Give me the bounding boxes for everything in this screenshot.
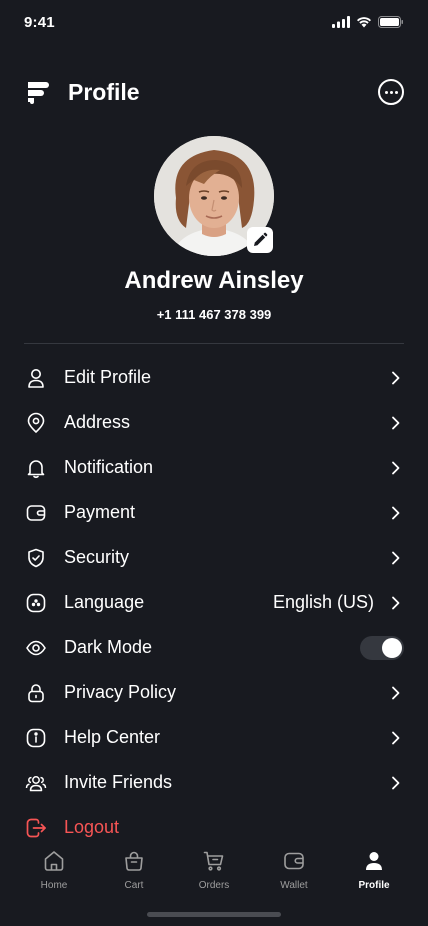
page-title: Profile bbox=[68, 78, 140, 105]
lock-icon bbox=[24, 681, 48, 705]
more-options-button[interactable] bbox=[378, 79, 404, 105]
menu-item-payment[interactable]: Payment bbox=[24, 490, 404, 535]
header-left: Profile bbox=[24, 79, 140, 106]
cart-icon bbox=[201, 848, 227, 874]
more-dot bbox=[394, 90, 398, 94]
users-icon bbox=[24, 771, 48, 795]
chevron-right-icon bbox=[388, 460, 404, 476]
app-logo-icon bbox=[28, 82, 49, 104]
avatar-container bbox=[154, 136, 274, 256]
menu-item-label: Privacy Policy bbox=[64, 682, 177, 702]
menu-item-edit-profile[interactable]: Edit Profile bbox=[24, 355, 404, 400]
signal-icon bbox=[332, 16, 350, 28]
nav-label: Profile bbox=[358, 880, 390, 891]
pencil-icon bbox=[254, 232, 268, 246]
nav-label: Orders bbox=[198, 880, 230, 891]
menu-item-label: Edit Profile bbox=[64, 367, 152, 387]
menu-item-privacy-policy[interactable]: Privacy Policy bbox=[24, 670, 404, 715]
bottom-nav: Home Cart Orders Wallet Profile bbox=[0, 840, 428, 926]
chevron-right-icon bbox=[388, 730, 404, 746]
menu-item-dark-mode: Dark Mode bbox=[24, 625, 404, 670]
eye-icon bbox=[24, 636, 48, 660]
chevron-right-icon bbox=[388, 550, 404, 566]
home-icon bbox=[41, 848, 67, 874]
more-circle-icon bbox=[24, 591, 48, 615]
status-icons bbox=[332, 16, 404, 28]
menu-item-label: Logout bbox=[64, 817, 120, 837]
more-dot bbox=[389, 90, 393, 94]
menu-item-label: Security bbox=[64, 547, 130, 567]
nav-item-profile[interactable]: Profile bbox=[339, 848, 409, 891]
menu-item-label: Payment bbox=[64, 502, 136, 522]
menu-item-address[interactable]: Address bbox=[24, 400, 404, 445]
nav-item-home[interactable]: Home bbox=[19, 848, 89, 891]
header: Profile bbox=[24, 74, 404, 110]
toggle-knob bbox=[382, 637, 402, 658]
menu-item-language[interactable]: Language English (US) bbox=[24, 580, 404, 625]
menu-item-label: Invite Friends bbox=[64, 772, 173, 792]
profile-icon bbox=[361, 848, 387, 874]
chevron-right-icon bbox=[388, 505, 404, 521]
chevron-right-icon bbox=[388, 685, 404, 701]
nav-label: Home bbox=[40, 880, 68, 891]
menu-item-label: Address bbox=[64, 412, 131, 432]
wallet-icon bbox=[24, 501, 48, 525]
chevron-right-icon bbox=[388, 775, 404, 791]
nav-label: Cart bbox=[124, 880, 144, 891]
home-indicator bbox=[147, 912, 281, 917]
nav-label: Wallet bbox=[280, 880, 308, 891]
more-dot bbox=[384, 90, 388, 94]
shield-check-icon bbox=[24, 546, 48, 570]
menu-item-label: Help Center bbox=[64, 727, 161, 747]
battery-icon bbox=[378, 16, 403, 28]
bag-icon bbox=[121, 848, 147, 874]
chevron-right-icon bbox=[388, 415, 404, 431]
dark-mode-toggle[interactable] bbox=[360, 635, 404, 660]
divider bbox=[24, 343, 404, 344]
nav-item-orders[interactable]: Orders bbox=[179, 848, 249, 891]
bell-icon bbox=[24, 456, 48, 480]
nav-item-wallet[interactable]: Wallet bbox=[259, 848, 329, 891]
wallet-icon bbox=[281, 848, 307, 874]
menu-item-label: Language bbox=[64, 592, 145, 612]
user-icon bbox=[24, 366, 48, 390]
menu-item-label: Dark Mode bbox=[64, 637, 153, 657]
wifi-icon bbox=[357, 17, 371, 28]
language-value: English (US) bbox=[272, 592, 374, 612]
menu-item-help-center[interactable]: Help Center bbox=[24, 715, 404, 760]
user-name: Andrew Ainsley bbox=[124, 267, 304, 294]
info-circle-icon bbox=[24, 726, 48, 750]
edit-avatar-button[interactable] bbox=[247, 227, 273, 253]
settings-menu: Edit Profile Address Notification Paymen… bbox=[24, 355, 404, 850]
location-pin-icon bbox=[24, 411, 48, 435]
menu-item-label: Notification bbox=[64, 457, 154, 477]
status-time: 9:41 bbox=[24, 13, 55, 31]
logout-icon bbox=[24, 816, 48, 840]
chevron-right-icon bbox=[388, 370, 404, 386]
menu-item-security[interactable]: Security bbox=[24, 535, 404, 580]
menu-item-invite-friends[interactable]: Invite Friends bbox=[24, 760, 404, 805]
status-bar: 9:41 bbox=[0, 0, 428, 44]
nav-item-cart[interactable]: Cart bbox=[99, 848, 169, 891]
chevron-right-icon bbox=[388, 595, 404, 611]
user-phone: +1 111 467 378 399 bbox=[156, 307, 272, 322]
menu-item-notification[interactable]: Notification bbox=[24, 445, 404, 490]
